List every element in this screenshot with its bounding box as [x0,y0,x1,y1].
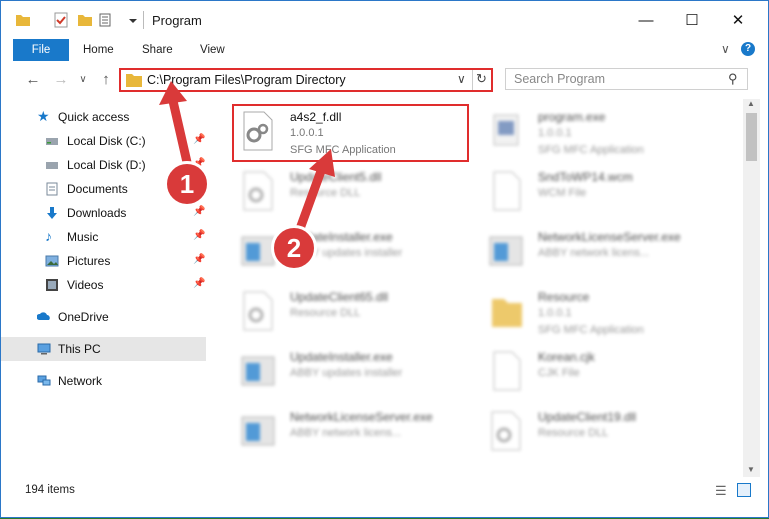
file-explorer-window: Program — ☐ ✕ File Home Share View ∨ ? ←… [0,0,769,518]
step-badge-2: 2 [271,225,317,271]
annotation-arrows [159,81,335,242]
step-badge-1: 1 [164,161,210,207]
